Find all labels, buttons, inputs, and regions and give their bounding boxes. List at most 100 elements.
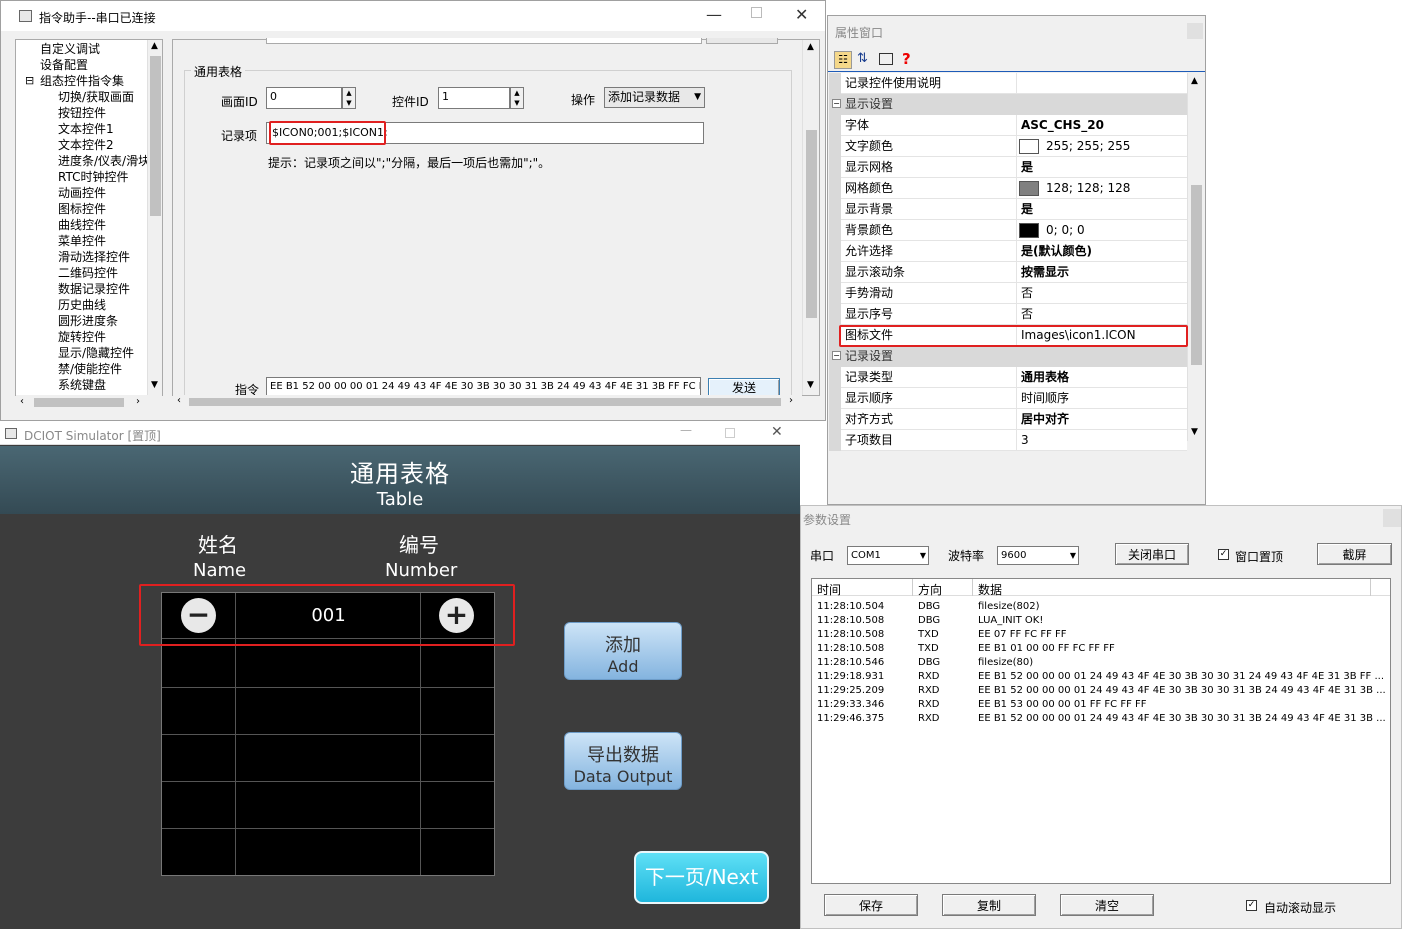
save-button[interactable]: 保存	[824, 894, 918, 916]
tree-item[interactable]: 图标控件	[58, 201, 106, 217]
scroll-up-icon[interactable]: ▲	[1191, 76, 1198, 86]
port-select[interactable]: COM1 ▼	[847, 546, 929, 565]
scroll-right-icon[interactable]: ›	[136, 396, 140, 407]
prop-close-button[interactable]	[1187, 23, 1203, 39]
property-row[interactable]: 子项数目 3	[841, 430, 1187, 451]
tree-item[interactable]: 菜单控件	[58, 233, 106, 249]
property-row[interactable]: 图标文件 Images\icon1.ICON	[841, 325, 1187, 346]
scroll-left-icon[interactable]: ‹	[177, 395, 181, 406]
log-list[interactable]: 时间 方向 数据	[811, 578, 1391, 884]
record-input[interactable]: $ICON0;001;$ICON1;	[266, 122, 704, 144]
cmd-output[interactable]: EE B1 52 00 00 00 01 24 49 43 4F 4E 30 3…	[266, 377, 701, 397]
property-value[interactable]: 是	[1021, 157, 1033, 177]
property-row[interactable]: 显示序号 否	[841, 304, 1187, 325]
scroll-up-icon[interactable]: ▲	[151, 41, 158, 51]
close-port-button[interactable]: 关闭串口	[1115, 543, 1189, 565]
form-hscroll-thumb[interactable]	[189, 398, 781, 406]
tree-item[interactable]: 显示/隐藏控件	[58, 345, 134, 361]
prop-scroll-thumb[interactable]	[1191, 185, 1202, 365]
scroll-up-icon[interactable]: ▲	[807, 42, 814, 52]
form-hscroll[interactable]: ‹ ›	[173, 395, 802, 409]
add-button[interactable]: 添加 Add	[564, 622, 682, 680]
property-value[interactable]: 时间顺序	[1021, 388, 1069, 408]
tree-expander-icon[interactable]: ⊟	[25, 73, 34, 89]
tree-hscroll-thumb[interactable]	[34, 398, 124, 407]
minus-icon[interactable]: −	[181, 598, 216, 633]
property-row[interactable]: 对齐方式 居中对齐	[841, 409, 1187, 430]
control-id-stepper[interactable]: ▲ ▼	[510, 87, 524, 109]
close-icon[interactable]: ✕	[795, 5, 808, 24]
tree-item[interactable]: 自定义调试	[40, 41, 100, 57]
property-value[interactable]: 255; 255; 255	[1046, 136, 1130, 156]
collapse-icon[interactable]: −	[832, 99, 841, 108]
control-id-input[interactable]: 1	[438, 87, 510, 109]
minimize-icon[interactable]: —	[706, 5, 722, 24]
minimize-icon[interactable]: —	[680, 423, 692, 437]
collapse-icon[interactable]: −	[832, 351, 841, 360]
property-row[interactable]: 显示背景 是	[841, 199, 1187, 220]
property-row[interactable]: 记录类型 通用表格	[841, 367, 1187, 388]
col-dir-header[interactable]: 方向	[918, 581, 942, 598]
tree-item[interactable]: 圆形进度条	[58, 313, 118, 329]
property-value[interactable]: 3	[1021, 430, 1029, 450]
property-value[interactable]: 否	[1021, 283, 1033, 303]
scroll-down-icon[interactable]: ▼	[151, 380, 158, 390]
tree-item[interactable]: 历史曲线	[58, 297, 106, 313]
property-value[interactable]: 按需显示	[1021, 262, 1069, 282]
export-button[interactable]: 导出数据 Data Output	[564, 732, 682, 790]
prop-scrollbar[interactable]: ▲ ▼	[1187, 73, 1203, 441]
screen-id-stepper[interactable]: ▲ ▼	[342, 87, 356, 109]
copy-button[interactable]: 复制	[942, 894, 1036, 916]
property-value[interactable]: ASC_CHS_20	[1021, 115, 1104, 135]
property-category[interactable]: − 记录设置	[829, 346, 1187, 367]
table-row[interactable]: − 001 +	[162, 593, 494, 639]
tree-item[interactable]: 文本控件1	[58, 121, 114, 137]
screenshot-button[interactable]: 截屏	[1317, 543, 1392, 565]
property-category[interactable]: − 显示设置	[829, 94, 1187, 115]
close-icon[interactable]: ✕	[771, 424, 783, 440]
scroll-left-icon[interactable]: ‹	[20, 396, 24, 407]
property-row[interactable]: 显示滚动条 按需显示	[841, 262, 1187, 283]
col-data-header[interactable]: 数据	[978, 581, 1002, 598]
tree-item[interactable]: 进度条/仪表/滑块	[58, 153, 150, 169]
tree-item[interactable]: 按钮控件	[58, 105, 106, 121]
scroll-right-icon[interactable]: ›	[789, 395, 793, 406]
form-scrollbar[interactable]: ▲ ▼	[802, 40, 819, 395]
tree-item[interactable]: 曲线控件	[58, 217, 106, 233]
property-value[interactable]: 128; 128; 128	[1046, 178, 1130, 198]
tree-item[interactable]: 动画控件	[58, 185, 106, 201]
baud-select[interactable]: 9600 ▼	[997, 546, 1079, 565]
tree-hscroll[interactable]: ‹ ›	[16, 395, 162, 410]
col-time-header[interactable]: 时间	[817, 581, 841, 598]
property-value[interactable]: 0; 0; 0	[1046, 220, 1085, 240]
screen-id-input[interactable]: 0	[266, 87, 342, 109]
property-row[interactable]: 显示网格 是	[841, 157, 1187, 178]
property-pages-icon[interactable]	[879, 53, 893, 65]
topmost-checkbox[interactable]: ✓	[1218, 549, 1229, 560]
property-row[interactable]: 网格颜色 128; 128; 128	[841, 178, 1187, 199]
tree-item[interactable]: 滑动选择控件	[58, 249, 130, 265]
tree-item[interactable]: 设备配置	[40, 57, 88, 73]
tree-item[interactable]: 禁/使能控件	[58, 361, 122, 377]
property-value[interactable]: Images\icon1.ICON	[1021, 325, 1136, 345]
property-row[interactable]: 显示顺序 时间顺序	[841, 388, 1187, 409]
scroll-down-icon[interactable]: ▼	[807, 380, 814, 390]
maximize-icon[interactable]	[725, 428, 735, 438]
tree-item[interactable]: 旋转控件	[58, 329, 106, 345]
scroll-down-icon[interactable]: ▼	[1191, 427, 1198, 437]
tree-item[interactable]: RTC时钟控件	[58, 169, 128, 185]
operation-select[interactable]: 添加记录数据 ▼	[604, 87, 705, 108]
tree-item[interactable]: 文本控件2	[58, 137, 114, 153]
tree-item[interactable]: 系统键盘	[58, 377, 106, 393]
property-value[interactable]: 否	[1021, 304, 1033, 324]
tree-item[interactable]: 二维码控件	[58, 265, 118, 281]
tree-scroll-thumb[interactable]	[150, 56, 161, 216]
property-row[interactable]: 字体 ASC_CHS_20	[841, 115, 1187, 136]
autoscroll-checkbox[interactable]: ✓	[1246, 900, 1257, 911]
property-row[interactable]: 允许选择 是(默认颜色)	[841, 241, 1187, 262]
property-row[interactable]: 记录控件使用说明	[841, 73, 1187, 94]
property-row[interactable]: 背景颜色 0; 0; 0	[841, 220, 1187, 241]
property-value[interactable]: 通用表格	[1021, 367, 1069, 387]
tree-scrollbar[interactable]: ▲ ▼	[147, 40, 162, 395]
clear-button[interactable]: 清空	[1060, 894, 1154, 916]
